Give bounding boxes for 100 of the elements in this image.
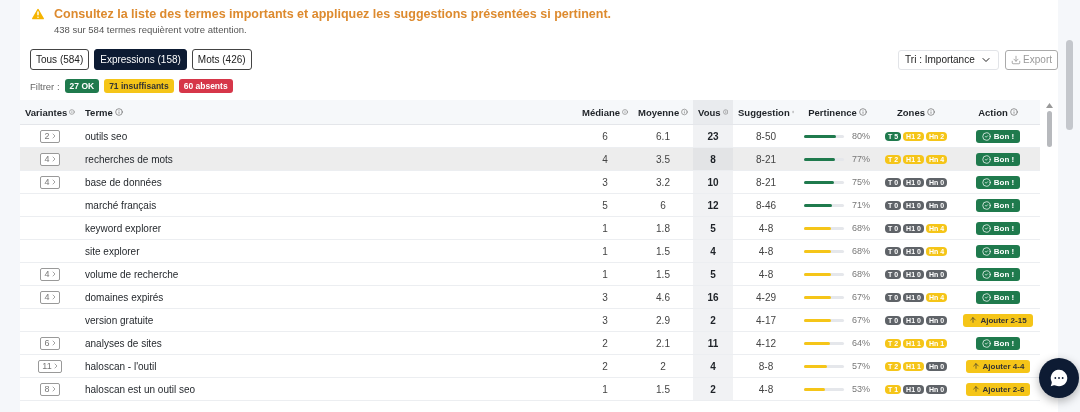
- filter-tab[interactable]: Expressions (158): [94, 49, 187, 70]
- table-cell: 2: [602, 337, 608, 349]
- info-icon: [114, 108, 123, 116]
- table-cell: 4-12: [756, 337, 776, 349]
- table-cell: 5: [710, 268, 716, 280]
- column-header: Médiane: [582, 106, 620, 118]
- table-cell: 4: [602, 153, 608, 165]
- variants-button[interactable]: 11: [38, 359, 62, 373]
- pertinence-reading: 75%: [852, 177, 870, 187]
- check-icon: [981, 246, 991, 256]
- column-header: Vous: [698, 106, 721, 118]
- table-cell: 6: [660, 199, 666, 211]
- table-cell: 4: [710, 245, 716, 257]
- table-cell: 8-21: [756, 153, 776, 165]
- pertinence-reading: 68%: [852, 269, 870, 279]
- table-cell: 1.5: [656, 268, 670, 280]
- pertinence-reading: 68%: [852, 223, 870, 233]
- term-cell: outils seo: [85, 130, 128, 142]
- status-button[interactable]: Bon !: [975, 198, 1021, 212]
- term-cell: marché français: [85, 199, 157, 211]
- status-button[interactable]: Bon !: [975, 290, 1021, 304]
- filter-chip[interactable]: 27 OK: [64, 79, 100, 93]
- chat-button[interactable]: [1039, 358, 1079, 398]
- table-cell: 3: [602, 291, 608, 303]
- table-cell: 4-17: [756, 314, 776, 326]
- add-button[interactable]: Ajouter 4-4: [965, 359, 1031, 373]
- pertinence-reading: 67%: [852, 292, 870, 302]
- variants-button[interactable]: 4: [40, 290, 60, 304]
- term-cell: domaines expirés: [85, 291, 164, 303]
- pertinence-reading: 77%: [852, 154, 870, 164]
- variants-button[interactable]: 4: [40, 175, 60, 189]
- arrow-up-icon: [969, 316, 978, 324]
- table-cell: 1: [602, 222, 608, 234]
- column-header: Zones: [897, 106, 925, 118]
- term-cell: base de données: [85, 176, 162, 188]
- variants-button[interactable]: 8: [40, 382, 60, 396]
- table-cell: 8: [710, 153, 716, 165]
- filter-chip[interactable]: 60 absents: [178, 79, 233, 93]
- status-button[interactable]: Bon !: [975, 175, 1021, 189]
- alert-subtitle: 438 sur 584 termes requièrent votre attention.: [54, 24, 248, 35]
- column-header: Variantes: [25, 106, 68, 118]
- table-cell: 4-8: [758, 222, 774, 234]
- table-cell: 11: [707, 337, 719, 349]
- column-header: Moyenne: [638, 106, 680, 118]
- status-button[interactable]: Bon !: [975, 129, 1021, 143]
- table-cell: 1: [602, 245, 608, 257]
- info-icon: [622, 108, 628, 116]
- table-cell: 2.9: [656, 314, 670, 326]
- term-cell: volume de recherche: [85, 268, 179, 280]
- pertinence-reading: 71%: [852, 200, 870, 210]
- table-cell: 16: [707, 291, 719, 303]
- pertinence-reading: 57%: [852, 361, 870, 371]
- arrow-up-icon: [971, 362, 980, 370]
- variants-button[interactable]: 2: [40, 129, 60, 143]
- check-icon: [981, 154, 991, 164]
- add-button[interactable]: Ajouter 2-15: [963, 313, 1033, 327]
- table-cell: 4-8: [758, 383, 774, 395]
- pertinence-reading: 64%: [852, 338, 870, 348]
- variants-button[interactable]: 4: [40, 267, 60, 281]
- column-header: Terme: [85, 106, 113, 118]
- status-button[interactable]: Bon !: [975, 336, 1021, 350]
- add-button[interactable]: Ajouter 2-6: [965, 382, 1031, 396]
- check-icon: [981, 269, 991, 279]
- status-button[interactable]: Bon !: [975, 152, 1021, 166]
- table-cell: 4-8: [758, 268, 774, 280]
- scroll-up-icon[interactable]: [1045, 103, 1053, 108]
- pertinence-reading: 68%: [852, 246, 870, 256]
- table-cell: 8-50: [756, 130, 776, 142]
- term-cell: haloscan est un outil seo: [85, 383, 196, 395]
- sort-select[interactable]: Tri : Importance: [898, 49, 1000, 70]
- info-icon: [858, 108, 867, 116]
- filter-tab[interactable]: Mots (426): [191, 49, 252, 70]
- variants-button[interactable]: 4: [40, 152, 60, 166]
- table-cell: 4.6: [656, 291, 670, 303]
- table-cell: 8-46: [756, 199, 776, 211]
- table-cell: 4-29: [756, 291, 776, 303]
- check-icon: [981, 223, 991, 233]
- check-icon: [981, 292, 991, 302]
- filter-tab[interactable]: Tous (584): [30, 49, 90, 70]
- info-icon: [722, 108, 728, 116]
- table-cell: 8-8: [758, 360, 774, 372]
- pertinence-reading: 53%: [852, 384, 870, 394]
- scrollbar-thumb[interactable]: [1046, 111, 1052, 147]
- filter-chip[interactable]: 71 insuffisants: [104, 79, 174, 93]
- table-cell: 2: [710, 383, 716, 395]
- table-cell: 1.5: [656, 383, 670, 395]
- page-scrollbar-thumb[interactable]: [1065, 40, 1073, 130]
- status-button[interactable]: Bon !: [975, 221, 1021, 235]
- table-cell: 2.1: [656, 337, 670, 349]
- table-cell: 2: [710, 314, 716, 326]
- table-cell: 3.5: [656, 153, 670, 165]
- term-cell: site explorer: [85, 245, 140, 257]
- check-icon: [981, 338, 991, 348]
- table-cell: 12: [707, 199, 719, 211]
- status-button[interactable]: Bon !: [975, 244, 1021, 258]
- table-cell: 5: [602, 199, 608, 211]
- variants-button[interactable]: 6: [40, 336, 60, 350]
- status-button[interactable]: Bon !: [975, 267, 1021, 281]
- table-cell: 3.2: [656, 176, 670, 188]
- info-icon: [1009, 108, 1018, 116]
